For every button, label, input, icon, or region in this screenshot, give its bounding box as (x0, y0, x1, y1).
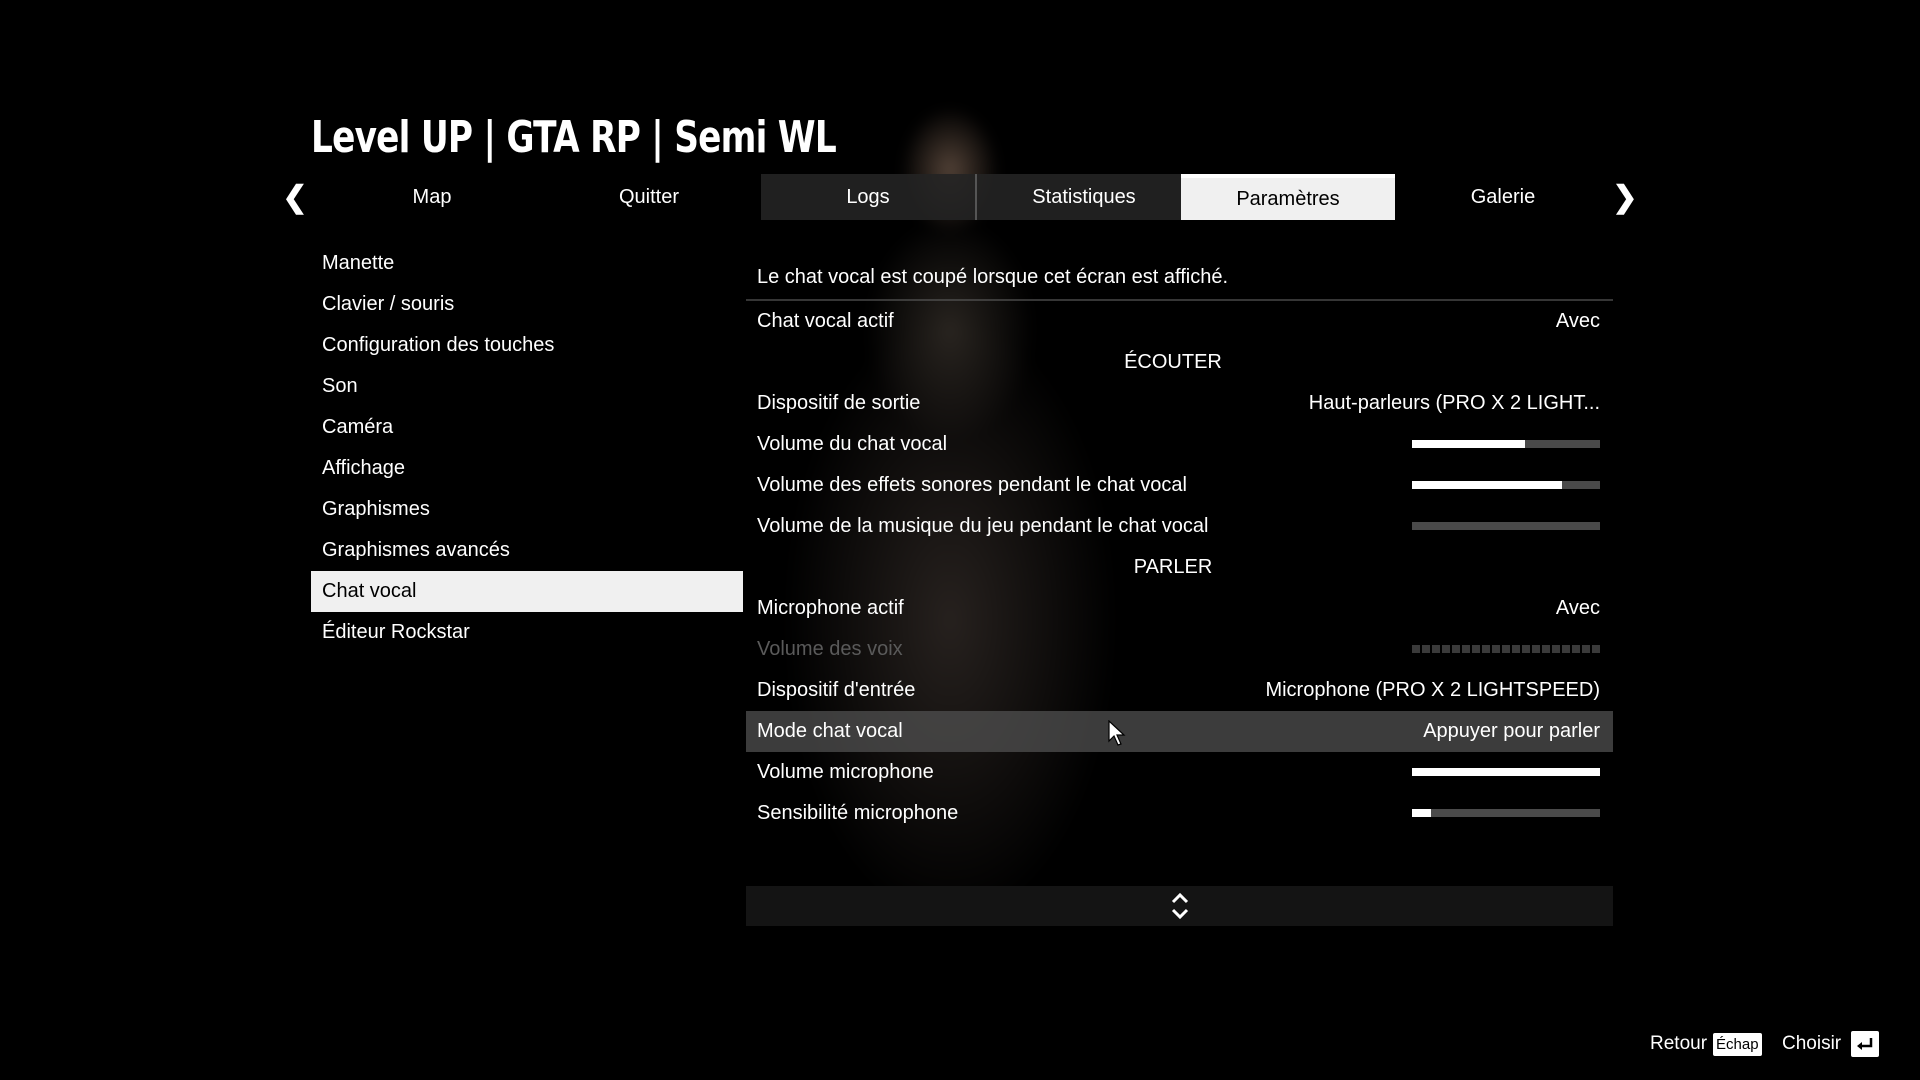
menu-item-editeur-rockstar[interactable]: Éditeur Rockstar (311, 612, 743, 653)
setting-value: Avec (1555, 597, 1600, 619)
setting-sensibilite-microphone[interactable]: Sensibilité microphone (746, 793, 1613, 834)
back-label: Retour (1650, 1033, 1708, 1054)
footer-back[interactable]: Retour Échap (1650, 1028, 1762, 1060)
panel-notice: Le chat vocal est coupé lorsque cet écra… (746, 255, 1613, 301)
tab-map[interactable]: Map (325, 174, 539, 220)
setting-volume-effets-sonores[interactable]: Volume des effets sonores pendant le cha… (746, 465, 1613, 506)
menu-item-graphismes[interactable]: Graphismes (311, 489, 743, 530)
setting-volume-musique[interactable]: Volume de la musique du jeu pendant le c… (746, 506, 1613, 547)
setting-dispositif-sortie[interactable]: Dispositif de sortie Haut-parleurs (PRO … (746, 383, 1613, 424)
volume-slider[interactable] (1412, 768, 1600, 776)
setting-label: Dispositif d'entrée (757, 679, 916, 701)
slider-fill (1412, 768, 1600, 776)
setting-label: Chat vocal actif (757, 310, 894, 332)
volume-slider[interactable] (1412, 440, 1600, 448)
tab-bar: ❮ Map Quitter Logs Statistiques Paramètr… (275, 174, 1640, 220)
setting-label: Volume de la musique du jeu pendant le c… (757, 515, 1209, 537)
scroll-updown-icon (1171, 892, 1188, 920)
slider-fill (1412, 440, 1525, 448)
slider-fill (1412, 481, 1563, 489)
menu-item-chat-vocal[interactable]: Chat vocal (311, 571, 743, 612)
setting-value: Microphone (PRO X 2 LIGHTSPEED) (1265, 679, 1600, 701)
volume-slider[interactable] (1412, 809, 1600, 817)
setting-mode-chat-vocal[interactable]: Mode chat vocal Appuyer pour parler (746, 711, 1613, 752)
tab-galerie[interactable]: Galerie (1396, 174, 1610, 220)
setting-label: Microphone actif (757, 597, 904, 619)
volume-slider-disabled (1412, 645, 1600, 653)
tab-parametres[interactable]: Paramètres (1181, 174, 1395, 220)
setting-value: Appuyer pour parler (1423, 720, 1600, 742)
setting-volume-chat-vocal[interactable]: Volume du chat vocal (746, 424, 1613, 465)
chevron-left-icon[interactable]: ❮ (275, 174, 315, 220)
section-ecouter: ÉCOUTER (1124, 351, 1222, 373)
escape-key-badge: Échap (1713, 1032, 1762, 1056)
setting-value: Avec (1555, 310, 1600, 332)
setting-label: Volume des voix (757, 638, 903, 660)
menu-item-manette[interactable]: Manette (311, 243, 743, 284)
setting-label: Sensibilité microphone (757, 802, 959, 824)
volume-slider[interactable] (1412, 481, 1600, 489)
setting-value: Haut-parleurs (PRO X 2 LIGHT... (1308, 392, 1600, 414)
tab-logs[interactable]: Logs (761, 174, 977, 220)
setting-label: Volume microphone (757, 761, 934, 783)
menu-item-affichage[interactable]: Affichage (311, 448, 743, 489)
enter-key-icon (1851, 1031, 1880, 1057)
tab-quitter[interactable]: Quitter (542, 174, 756, 220)
settings-category-menu: Manette Clavier / souris Configuration d… (311, 243, 743, 653)
tab-statistiques[interactable]: Statistiques (977, 174, 1193, 220)
section-parler: PARLER (1133, 556, 1213, 578)
menu-item-camera[interactable]: Caméra (311, 407, 743, 448)
setting-volume-voix: Volume des voix (746, 629, 1613, 670)
mouse-pointer-icon (1108, 720, 1126, 746)
setting-label: Volume des effets sonores pendant le cha… (757, 474, 1187, 496)
voice-chat-settings-panel: Le chat vocal est coupé lorsque cet écra… (746, 255, 1613, 834)
setting-dispositif-entree[interactable]: Dispositif d'entrée Microphone (PRO X 2 … (746, 670, 1613, 711)
setting-label: Mode chat vocal (757, 720, 903, 742)
scroll-indicator[interactable] (746, 886, 1613, 926)
setting-label: Volume du chat vocal (757, 433, 948, 455)
setting-chat-vocal-actif[interactable]: Chat vocal actif Avec (746, 301, 1613, 342)
menu-item-graphismes-avances[interactable]: Graphismes avancés (311, 530, 743, 571)
chevron-right-icon[interactable]: ❯ (1605, 174, 1645, 220)
server-title: Level UP | GTA RP | Semi WL (311, 112, 837, 163)
slider-fill (1412, 809, 1431, 817)
volume-slider[interactable] (1412, 522, 1600, 530)
setting-microphone-actif[interactable]: Microphone actif Avec (746, 588, 1613, 629)
footer-select[interactable]: Choisir (1782, 1028, 1880, 1060)
select-label: Choisir (1782, 1033, 1842, 1054)
menu-item-configuration-touches[interactable]: Configuration des touches (311, 325, 743, 366)
setting-label: Dispositif de sortie (757, 392, 921, 414)
menu-item-clavier-souris[interactable]: Clavier / souris (311, 284, 743, 325)
menu-item-son[interactable]: Son (311, 366, 743, 407)
setting-volume-microphone[interactable]: Volume microphone (746, 752, 1613, 793)
